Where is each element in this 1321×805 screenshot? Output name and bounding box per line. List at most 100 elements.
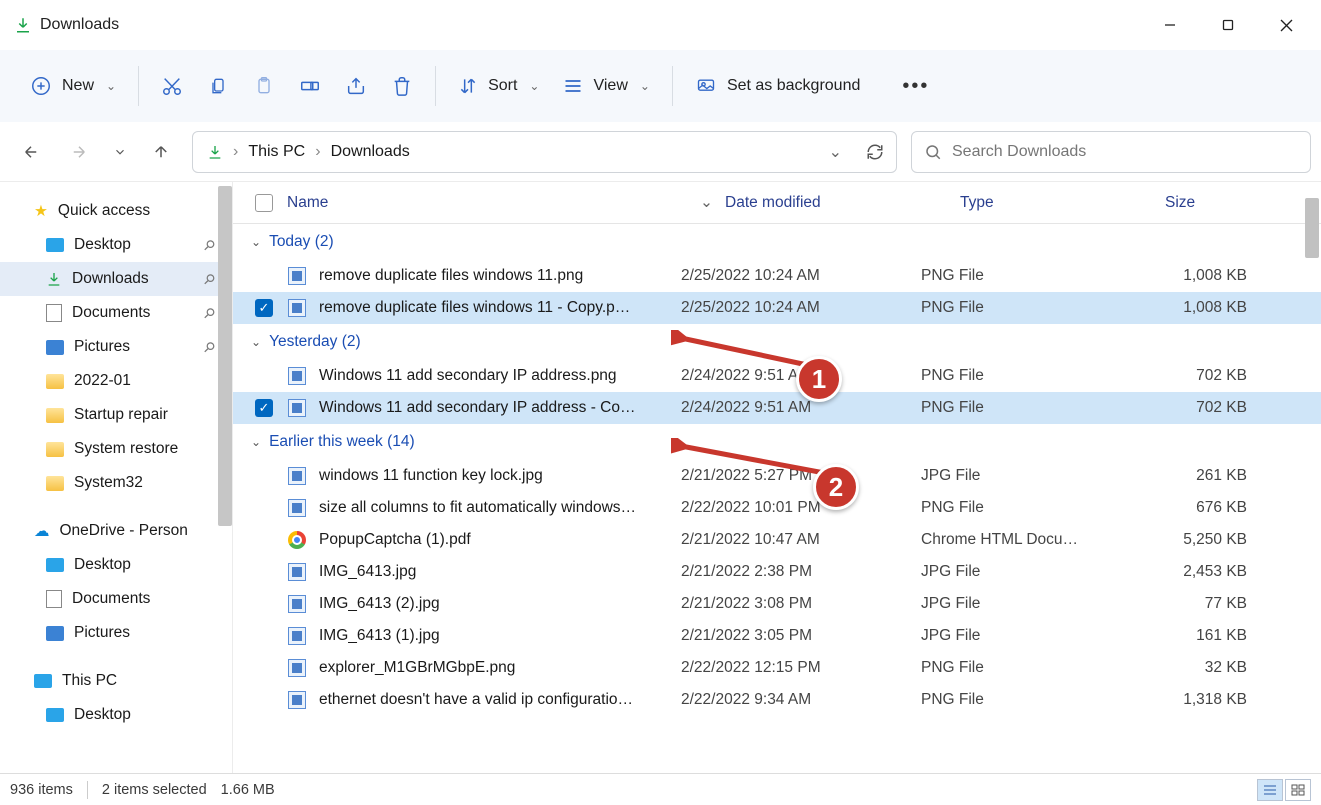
file-scrollbar[interactable] xyxy=(1305,198,1319,258)
new-label: New xyxy=(62,77,94,95)
search-icon xyxy=(924,143,942,161)
background-button[interactable]: Set as background xyxy=(685,65,870,107)
chrome-icon xyxy=(288,531,306,549)
sidebar-od-desktop[interactable]: Desktop xyxy=(0,548,232,582)
titlebar: Downloads xyxy=(0,0,1321,50)
sidebar-od-documents[interactable]: Documents xyxy=(0,582,232,616)
cut-button[interactable] xyxy=(151,65,193,107)
background-label: Set as background xyxy=(727,77,860,95)
pin-icon: ⚲ xyxy=(199,269,218,288)
file-row[interactable]: IMG_6413.jpg2/21/2022 2:38 PMJPG File2,4… xyxy=(233,556,1321,588)
file-row[interactable]: IMG_6413 (1).jpg2/21/2022 3:05 PMJPG Fil… xyxy=(233,620,1321,652)
sidebar-onedrive[interactable]: ☁OneDrive - Person xyxy=(0,514,232,548)
thumbnails-view-button[interactable] xyxy=(1285,779,1311,801)
col-size[interactable]: Size xyxy=(1165,194,1295,212)
view-label: View xyxy=(593,77,627,95)
forward-button[interactable] xyxy=(62,135,96,169)
paste-button[interactable] xyxy=(243,65,285,107)
breadcrumb-current[interactable]: Downloads xyxy=(331,143,410,161)
search-input[interactable] xyxy=(952,143,1298,161)
separator xyxy=(435,66,436,106)
delete-button[interactable] xyxy=(381,65,423,107)
back-button[interactable] xyxy=(14,135,48,169)
status-bar: 936 items 2 items selected 1.66 MB xyxy=(0,773,1321,805)
sidebar-2022[interactable]: 2022-01 xyxy=(0,364,232,398)
status-size: 1.66 MB xyxy=(221,782,275,798)
window-title: Downloads xyxy=(40,16,119,34)
breadcrumb-sep: › xyxy=(233,143,238,161)
more-button[interactable]: ••• xyxy=(892,65,939,107)
address-bar[interactable]: › This PC › Downloads ⌄ xyxy=(192,131,897,173)
annotation-bubble-2: 2 xyxy=(813,464,859,510)
status-selected: 2 items selected xyxy=(102,782,207,798)
separator xyxy=(87,781,88,799)
sidebar-downloads[interactable]: Downloads⚲ xyxy=(0,262,232,296)
share-button[interactable] xyxy=(335,65,377,107)
row-checkbox[interactable]: ✓ xyxy=(255,299,273,317)
sidebar-pictures[interactable]: Pictures⚲ xyxy=(0,330,232,364)
downloads-icon xyxy=(14,16,32,34)
chevron-down-icon: ⌄ xyxy=(106,79,116,93)
content: ★Quick access Desktop⚲ Downloads⚲ Docume… xyxy=(0,182,1321,773)
copy-button[interactable] xyxy=(197,65,239,107)
sort-button[interactable]: Sort ⌄ xyxy=(448,65,549,107)
rename-button[interactable] xyxy=(289,65,331,107)
close-button[interactable] xyxy=(1257,5,1315,45)
view-button[interactable]: View ⌄ xyxy=(553,65,659,107)
row-checkbox[interactable]: ✓ xyxy=(255,399,273,417)
maximize-button[interactable] xyxy=(1199,5,1257,45)
minimize-button[interactable] xyxy=(1141,5,1199,45)
col-type[interactable]: Type xyxy=(960,194,1165,212)
pin-icon: ⚲ xyxy=(199,235,218,254)
separator xyxy=(138,66,139,106)
sidebar-quick-access[interactable]: ★Quick access xyxy=(0,194,232,228)
sidebar-od-pictures[interactable]: Pictures xyxy=(0,616,232,650)
window-controls xyxy=(1141,5,1315,45)
up-button[interactable] xyxy=(144,135,178,169)
file-row[interactable]: Windows 11 add secondary IP address.png2… xyxy=(233,360,1321,392)
toolbar: New ⌄ Sort ⌄ View ⌄ Set as background ••… xyxy=(0,50,1321,122)
file-pane: Name⌄ Date modified Type Size ⌄Today (2)… xyxy=(232,182,1321,773)
sidebar-restore[interactable]: System restore xyxy=(0,432,232,466)
sidebar-startup[interactable]: Startup repair xyxy=(0,398,232,432)
sort-indicator: ⌄ xyxy=(700,193,713,212)
chevron-down-icon: ⌄ xyxy=(529,79,539,93)
file-row[interactable]: size all columns to fit automatically wi… xyxy=(233,492,1321,524)
sidebar-scrollbar[interactable] xyxy=(218,186,232,526)
sidebar[interactable]: ★Quick access Desktop⚲ Downloads⚲ Docume… xyxy=(0,182,232,773)
recent-button[interactable] xyxy=(110,135,130,169)
pin-icon: ⚲ xyxy=(199,303,218,322)
sidebar-documents[interactable]: Documents⚲ xyxy=(0,296,232,330)
file-row[interactable]: IMG_6413 (2).jpg2/21/2022 3:08 PMJPG Fil… xyxy=(233,588,1321,620)
file-row[interactable]: PopupCaptcha (1).pdf2/21/2022 10:47 AMCh… xyxy=(233,524,1321,556)
sidebar-pc-desktop[interactable]: Desktop xyxy=(0,698,232,732)
group-yesterday[interactable]: ⌄Yesterday (2) xyxy=(233,324,1321,360)
file-row[interactable]: ✓Windows 11 add secondary IP address - C… xyxy=(233,392,1321,424)
address-row: › This PC › Downloads ⌄ xyxy=(0,122,1321,182)
group-today[interactable]: ⌄Today (2) xyxy=(233,224,1321,260)
sidebar-desktop[interactable]: Desktop⚲ xyxy=(0,228,232,262)
search-box[interactable] xyxy=(911,131,1311,173)
separator xyxy=(672,66,673,106)
sidebar-sys32[interactable]: System32 xyxy=(0,466,232,500)
column-headers: Name⌄ Date modified Type Size xyxy=(233,182,1321,224)
pin-icon: ⚲ xyxy=(199,337,218,356)
col-date[interactable]: Date modified xyxy=(725,194,960,212)
file-row[interactable]: ✓remove duplicate files windows 11 - Cop… xyxy=(233,292,1321,324)
file-row[interactable]: remove duplicate files windows 11.png2/2… xyxy=(233,260,1321,292)
file-row[interactable]: ethernet doesn't have a valid ip configu… xyxy=(233,684,1321,716)
annotation-bubble-1: 1 xyxy=(796,356,842,402)
file-row[interactable]: explorer_M1GBrMGbpE.png2/22/2022 12:15 P… xyxy=(233,652,1321,684)
sidebar-this-pc[interactable]: This PC xyxy=(0,664,232,698)
breadcrumb-sep: › xyxy=(315,143,320,161)
breadcrumb-root[interactable]: This PC xyxy=(248,143,305,161)
refresh-button[interactable] xyxy=(866,143,884,161)
group-earlier[interactable]: ⌄Earlier this week (14) xyxy=(233,424,1321,460)
downloads-icon xyxy=(207,144,223,160)
details-view-button[interactable] xyxy=(1257,779,1283,801)
col-name[interactable]: Name⌄ xyxy=(287,193,725,212)
select-all-checkbox[interactable] xyxy=(255,194,273,212)
chevron-down-icon[interactable]: ⌄ xyxy=(829,142,842,162)
file-row[interactable]: windows 11 function key lock.jpg2/21/202… xyxy=(233,460,1321,492)
new-button[interactable]: New ⌄ xyxy=(20,65,126,107)
